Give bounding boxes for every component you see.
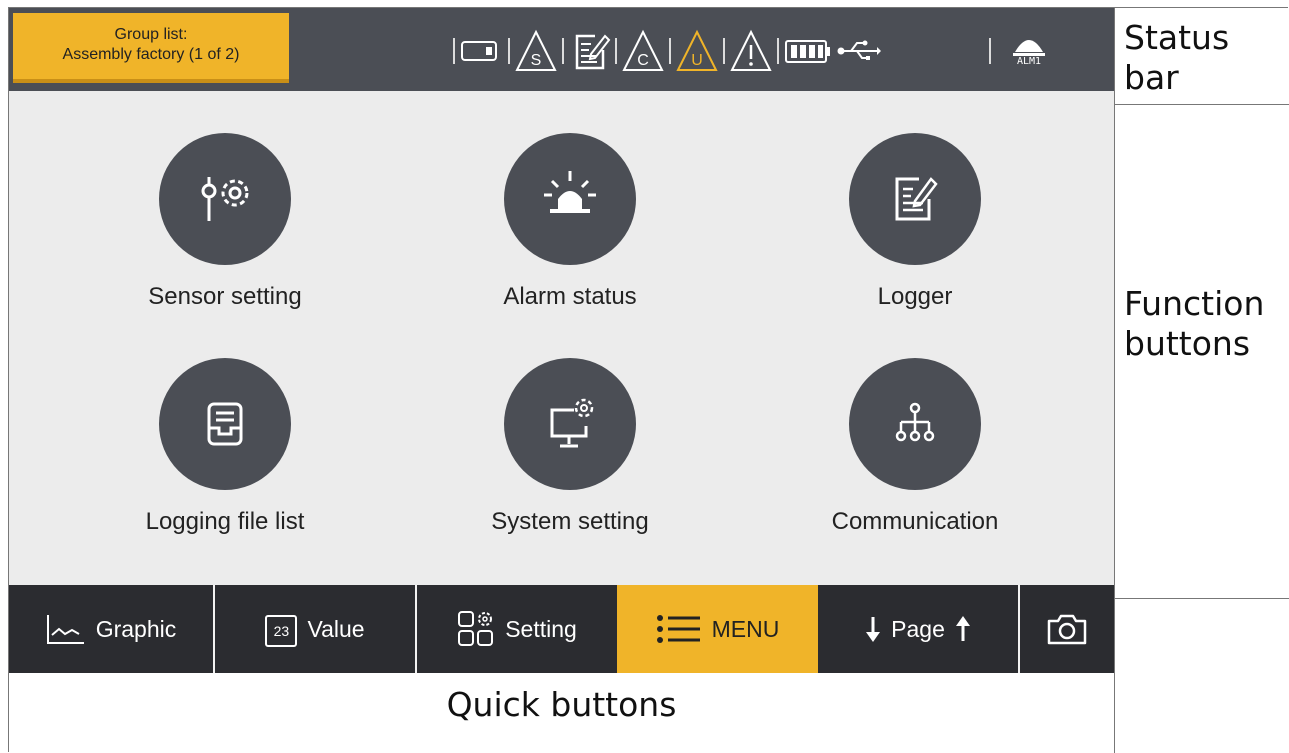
logging-file-list-circle[interactable]	[159, 358, 291, 490]
quick-buttons-annotation: Quick buttons	[446, 685, 677, 724]
calendar-icon-text: 23	[273, 623, 290, 639]
camera-icon	[1047, 614, 1087, 645]
setting-button[interactable]: Setting	[417, 585, 617, 673]
separator	[723, 38, 725, 64]
value-button[interactable]: 23 Value	[215, 585, 415, 673]
quick-button-bar: Graphic 23 Value Setting MENU Page	[9, 585, 1114, 673]
annotation-text: bar	[1124, 58, 1179, 97]
separator	[615, 38, 617, 64]
value-label: Value	[307, 615, 365, 642]
annotation-text: Function	[1124, 284, 1265, 323]
communication-button[interactable]: Communication	[785, 358, 1045, 536]
sensor-setting-button[interactable]: Sensor setting	[95, 133, 355, 311]
annotation-divider	[1114, 7, 1115, 753]
separator	[777, 38, 779, 64]
function-buttons-annotation: Function buttons	[1124, 284, 1264, 364]
group-name: Assembly factory (1 of 2)	[62, 46, 240, 63]
svg-text:S: S	[531, 52, 542, 69]
battery-icon	[785, 40, 830, 63]
sensor-gear-icon	[201, 177, 249, 221]
menu-button[interactable]: MENU	[617, 585, 818, 673]
svg-text:C: C	[637, 52, 649, 69]
group-list-button[interactable]: Group list: Assembly factory (1 of 2)	[13, 13, 289, 83]
separator	[669, 38, 671, 64]
separator	[562, 38, 564, 64]
alarm-status-label: Alarm status	[503, 283, 637, 310]
annotation-text: buttons	[1124, 324, 1251, 363]
system-setting-circle[interactable]	[504, 358, 636, 490]
status-bar: Group list: Assembly factory (1 of 2) S …	[9, 8, 1114, 91]
logger-label: Logger	[877, 283, 953, 310]
device-screen: Group list: Assembly factory (1 of 2) S …	[9, 8, 1114, 673]
monitor-gear-icon	[550, 398, 594, 448]
separator	[453, 38, 455, 64]
network-tree-icon	[895, 402, 935, 442]
arrow-up-icon	[955, 616, 970, 641]
alarm-siren-icon	[544, 171, 596, 213]
communication-label: Communication	[831, 508, 999, 535]
logger-button[interactable]: Logger	[785, 133, 1045, 311]
logger-icon	[575, 34, 611, 70]
communication-warning-icon: C	[622, 29, 664, 71]
file-tray-icon	[207, 402, 243, 446]
alarm-status-button[interactable]: Alarm status	[440, 133, 700, 311]
alarm-status-circle[interactable]	[504, 133, 636, 265]
separator	[508, 38, 510, 64]
svg-text:U: U	[691, 52, 703, 69]
list-menu-icon	[656, 615, 700, 643]
graphic-button[interactable]: Graphic	[9, 585, 213, 673]
logging-file-list-label: Logging file list	[145, 508, 305, 535]
calendar-icon: 23	[265, 615, 298, 647]
logging-file-list-button[interactable]: Logging file list	[95, 358, 355, 536]
screenshot-button[interactable]	[1020, 585, 1114, 673]
sd-card-icon	[461, 41, 497, 61]
general-warning-icon	[730, 29, 772, 71]
page-button[interactable]: Page	[818, 585, 1018, 673]
sensor-setting-circle[interactable]	[159, 133, 291, 265]
communication-circle[interactable]	[849, 358, 981, 490]
sensor-setting-label: Sensor setting	[148, 283, 302, 310]
logger-circle[interactable]	[849, 133, 981, 265]
separator	[989, 38, 991, 64]
page-label: Page	[891, 615, 945, 642]
usb-icon	[837, 40, 881, 60]
annotation-divider	[1115, 104, 1289, 105]
line-chart-icon	[46, 615, 84, 644]
setting-label: Setting	[505, 615, 577, 642]
annotation-divider	[1115, 598, 1289, 599]
logger-pen-icon	[895, 177, 938, 221]
sensor-warning-icon: S	[515, 29, 557, 71]
annotation-text: Status	[1124, 18, 1230, 57]
settings-grid-icon	[458, 611, 494, 646]
menu-label: MENU	[711, 615, 780, 642]
alarm-lamp-icon	[1013, 40, 1045, 56]
arrow-down-icon	[866, 617, 881, 642]
graphic-label: Graphic	[95, 615, 177, 642]
system-setting-label: System setting	[491, 508, 649, 535]
user-warning-icon: U	[676, 29, 718, 71]
alarm-label: ALM1	[1016, 56, 1042, 67]
system-setting-button[interactable]: System setting	[440, 358, 700, 536]
group-list-label: Group list:	[114, 26, 188, 43]
status-bar-annotation: Status bar	[1124, 18, 1229, 98]
